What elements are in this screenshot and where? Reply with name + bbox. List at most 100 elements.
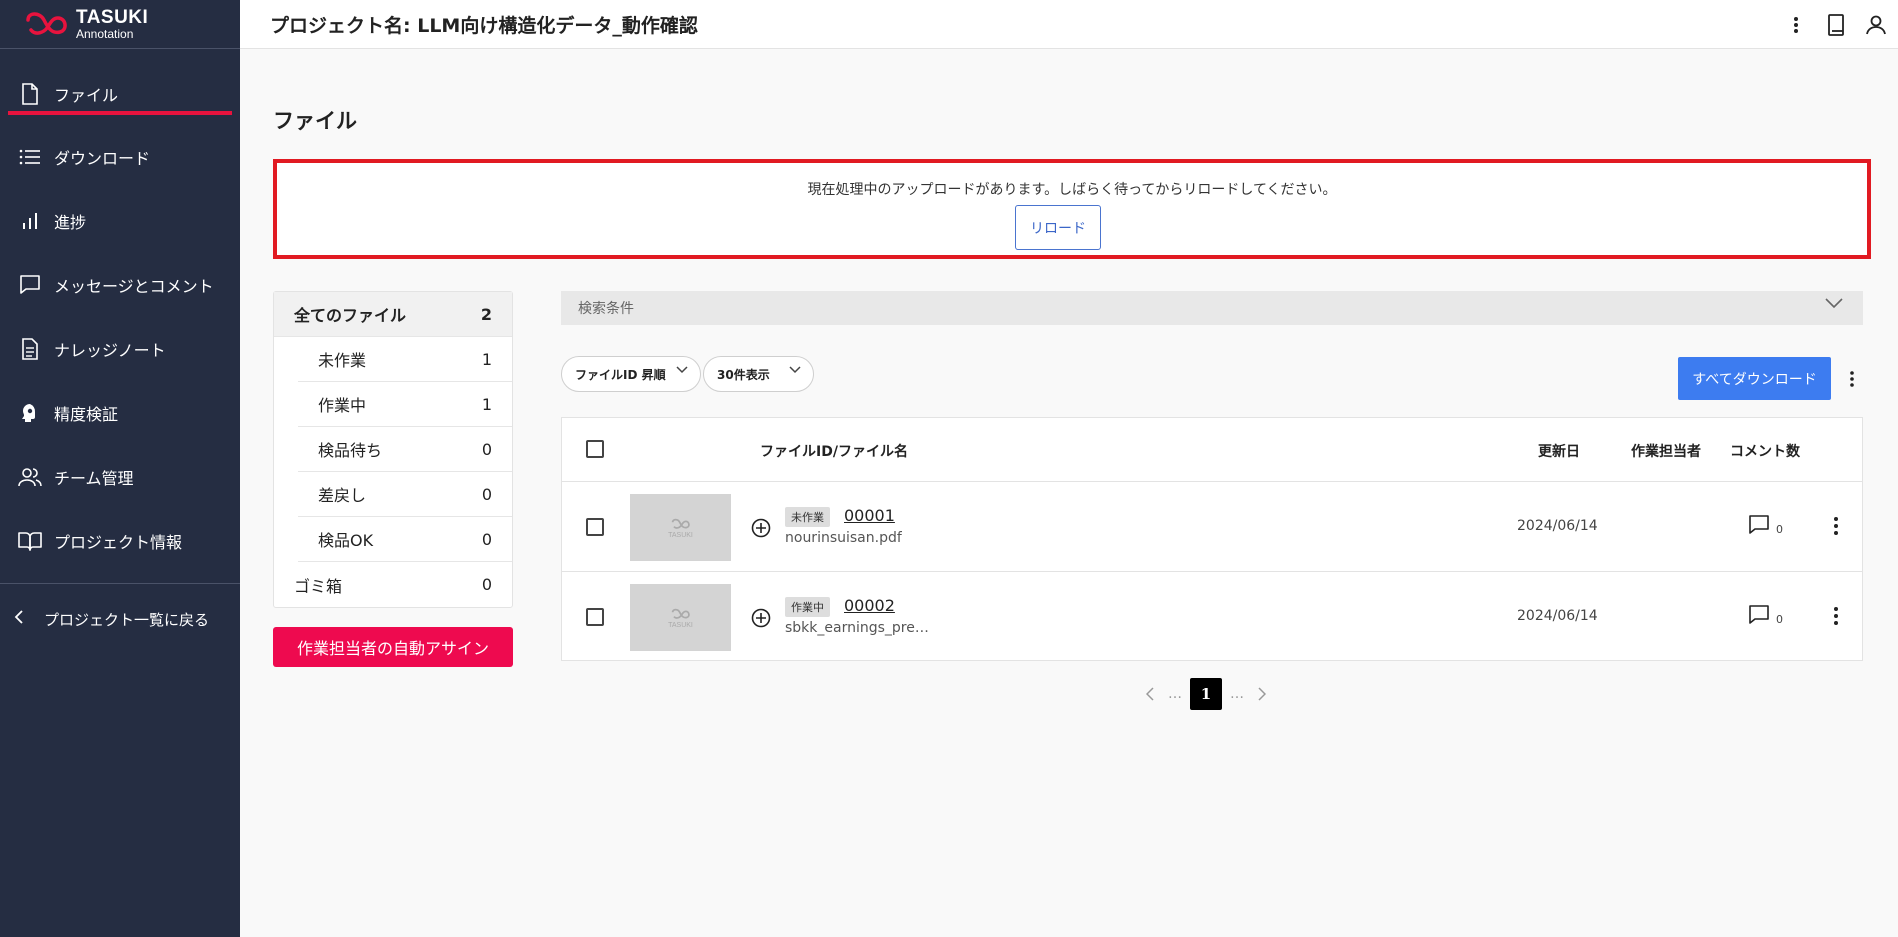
status-label: 未作業 xyxy=(318,351,367,370)
status-label: 検品OK xyxy=(318,531,374,550)
sort-select[interactable]: ファイルID 昇順 xyxy=(561,356,701,392)
status-trash[interactable]: ゴミ箱 0 xyxy=(274,562,512,607)
sidebar-item-label: ファイル xyxy=(54,86,119,105)
sidebar-item-label: ダウンロード xyxy=(54,149,151,168)
back-label: プロジェクト一覧に戻る xyxy=(44,610,210,629)
sidebar-item-progress[interactable]: 進捗 xyxy=(0,189,240,253)
comment-icon xyxy=(1749,605,1769,624)
chevron-left-icon xyxy=(1146,687,1154,701)
logo-mark-icon xyxy=(671,518,690,529)
status-label: 検品待ち xyxy=(318,441,383,460)
row-checkbox[interactable] xyxy=(586,608,604,626)
tasuki-logo[interactable]: TASUKI Annotation xyxy=(0,0,240,49)
sidebar-nav: ファイル ダウンロード 進捗 メッセージとコメント ナレッジノート 精度検証 チ… xyxy=(0,49,240,573)
sidebar-item-label: プロジェクト情報 xyxy=(54,533,183,552)
sidebar-item-project-info[interactable]: プロジェクト情報 xyxy=(0,509,240,573)
bar-chart-icon xyxy=(18,209,42,233)
search-conditions-toggle[interactable]: 検索条件 xyxy=(561,291,1863,325)
list-more-button[interactable] xyxy=(1842,365,1862,393)
logo-subtitle: Annotation xyxy=(76,27,134,41)
status-filter-panel: 全てのファイル 2 未作業 1 作業中 1 検品待ち 0 差戻し 0 検品OK … xyxy=(273,291,513,608)
more-vertical-icon xyxy=(1850,371,1854,387)
expand-plus-icon[interactable] xyxy=(751,518,771,538)
comment-count: 0 xyxy=(1776,613,1783,626)
file-id-link[interactable]: 00002 xyxy=(844,596,895,615)
account-button[interactable] xyxy=(1858,7,1894,43)
auto-assign-button[interactable]: 作業担当者の自動アサイン xyxy=(273,627,513,667)
back-to-projects-link[interactable]: プロジェクト一覧に戻る xyxy=(0,584,240,654)
page-size-value: 30件表示 xyxy=(717,367,770,382)
column-updated: 更新日 xyxy=(1538,444,1580,460)
file-thumbnail[interactable]: TASUKI xyxy=(630,494,731,561)
column-comments: コメント数 xyxy=(1730,444,1800,460)
file-thumbnail[interactable]: TASUKI xyxy=(630,584,731,651)
pagination-ellipsis: … xyxy=(1230,686,1244,702)
pagination-ellipsis: … xyxy=(1168,686,1182,702)
book-icon xyxy=(1828,13,1844,36)
chevron-down-icon xyxy=(676,366,688,374)
more-vertical-icon xyxy=(1834,607,1838,625)
comment-count-button[interactable]: 0 xyxy=(1748,604,1783,626)
top-header: プロジェクト名: LLM向け構造化データ_動作確認 xyxy=(240,0,1898,49)
header-more-button[interactable] xyxy=(1778,7,1814,43)
sort-value: ファイルID 昇順 xyxy=(575,367,666,382)
chevron-right-icon xyxy=(1258,687,1266,701)
main-content: ファイル 現在処理中のアップロードがあります。しばらく待ってからリロードしてくだ… xyxy=(240,49,1898,937)
row-checkbox[interactable] xyxy=(586,518,604,536)
table-header: ファイルID/ファイル名 更新日 作業担当者 コメント数 xyxy=(562,418,1862,482)
table-row[interactable]: TASUKI 未作業 00001 nourinsuisan.pdf 2024/0… xyxy=(562,482,1862,572)
row-more-button[interactable] xyxy=(1826,602,1846,630)
book-icon xyxy=(18,529,42,553)
manual-button[interactable] xyxy=(1818,7,1854,43)
status-count: 0 xyxy=(481,575,492,594)
status-badge: 未作業 xyxy=(785,507,830,527)
status-badge: 作業中 xyxy=(785,597,830,617)
page-size-select[interactable]: 30件表示 xyxy=(703,356,814,392)
chevron-down-icon xyxy=(789,366,801,374)
sidebar-item-knowledge[interactable]: ナレッジノート xyxy=(0,317,240,381)
reload-button[interactable]: リロード xyxy=(1015,205,1101,250)
download-all-button[interactable]: すべてダウンロード xyxy=(1678,357,1831,400)
chevron-down-icon xyxy=(1825,298,1843,309)
status-returned[interactable]: 差戻し 0 xyxy=(298,472,512,517)
more-vertical-icon xyxy=(1794,16,1798,33)
comment-count-button[interactable]: 0 xyxy=(1748,514,1783,536)
status-not-started[interactable]: 未作業 1 xyxy=(298,337,512,382)
sidebar-item-team[interactable]: チーム管理 xyxy=(0,445,240,509)
document-icon xyxy=(18,337,42,361)
status-in-progress[interactable]: 作業中 1 xyxy=(298,382,512,427)
pagination: … 1 … xyxy=(1140,678,1272,710)
status-all-files[interactable]: 全てのファイル 2 xyxy=(274,292,512,337)
column-file: ファイルID/ファイル名 xyxy=(760,444,908,460)
column-assignee: 作業担当者 xyxy=(1631,444,1701,460)
sidebar-item-messages[interactable]: メッセージとコメント xyxy=(0,253,240,317)
prev-page-button[interactable] xyxy=(1140,687,1160,701)
file-table: ファイルID/ファイル名 更新日 作業担当者 コメント数 TASUKI 未作業 … xyxy=(561,417,1863,661)
status-count: 1 xyxy=(481,394,492,414)
sidebar-item-accuracy[interactable]: 精度検証 xyxy=(0,381,240,445)
expand-plus-icon[interactable] xyxy=(751,608,771,628)
row-more-button[interactable] xyxy=(1826,512,1846,540)
status-awaiting-inspection[interactable]: 検品待ち 0 xyxy=(298,427,512,472)
sidebar-item-label: チーム管理 xyxy=(54,469,134,488)
status-inspection-ok[interactable]: 検品OK 0 xyxy=(298,517,512,562)
page-title: ファイル xyxy=(273,109,357,133)
head-icon xyxy=(18,401,42,425)
sidebar-item-label: 進捗 xyxy=(54,213,87,232)
file-id-link[interactable]: 00001 xyxy=(844,506,895,525)
sidebar: TASUKI Annotation ファイル ダウンロード 進捗 メッセージとコ… xyxy=(0,0,240,937)
more-vertical-icon xyxy=(1834,517,1838,535)
current-page-button[interactable]: 1 xyxy=(1190,678,1222,710)
select-all-checkbox[interactable] xyxy=(586,440,604,458)
status-label: 作業中 xyxy=(318,396,367,415)
table-row[interactable]: TASUKI 作業中 00002 sbkk_earnings_pre… 2024… xyxy=(562,572,1862,662)
upload-processing-notice: 現在処理中のアップロードがあります。しばらく待ってからリロードしてください。 リ… xyxy=(273,159,1871,259)
file-icon xyxy=(18,82,42,106)
sidebar-item-files[interactable]: ファイル xyxy=(0,63,240,125)
search-conditions-label: 検索条件 xyxy=(578,301,634,317)
next-page-button[interactable] xyxy=(1252,687,1272,701)
user-icon xyxy=(1866,15,1886,34)
sidebar-item-download[interactable]: ダウンロード xyxy=(0,125,240,189)
file-name: sbkk_earnings_pre… xyxy=(785,620,929,636)
file-name: nourinsuisan.pdf xyxy=(785,530,902,546)
